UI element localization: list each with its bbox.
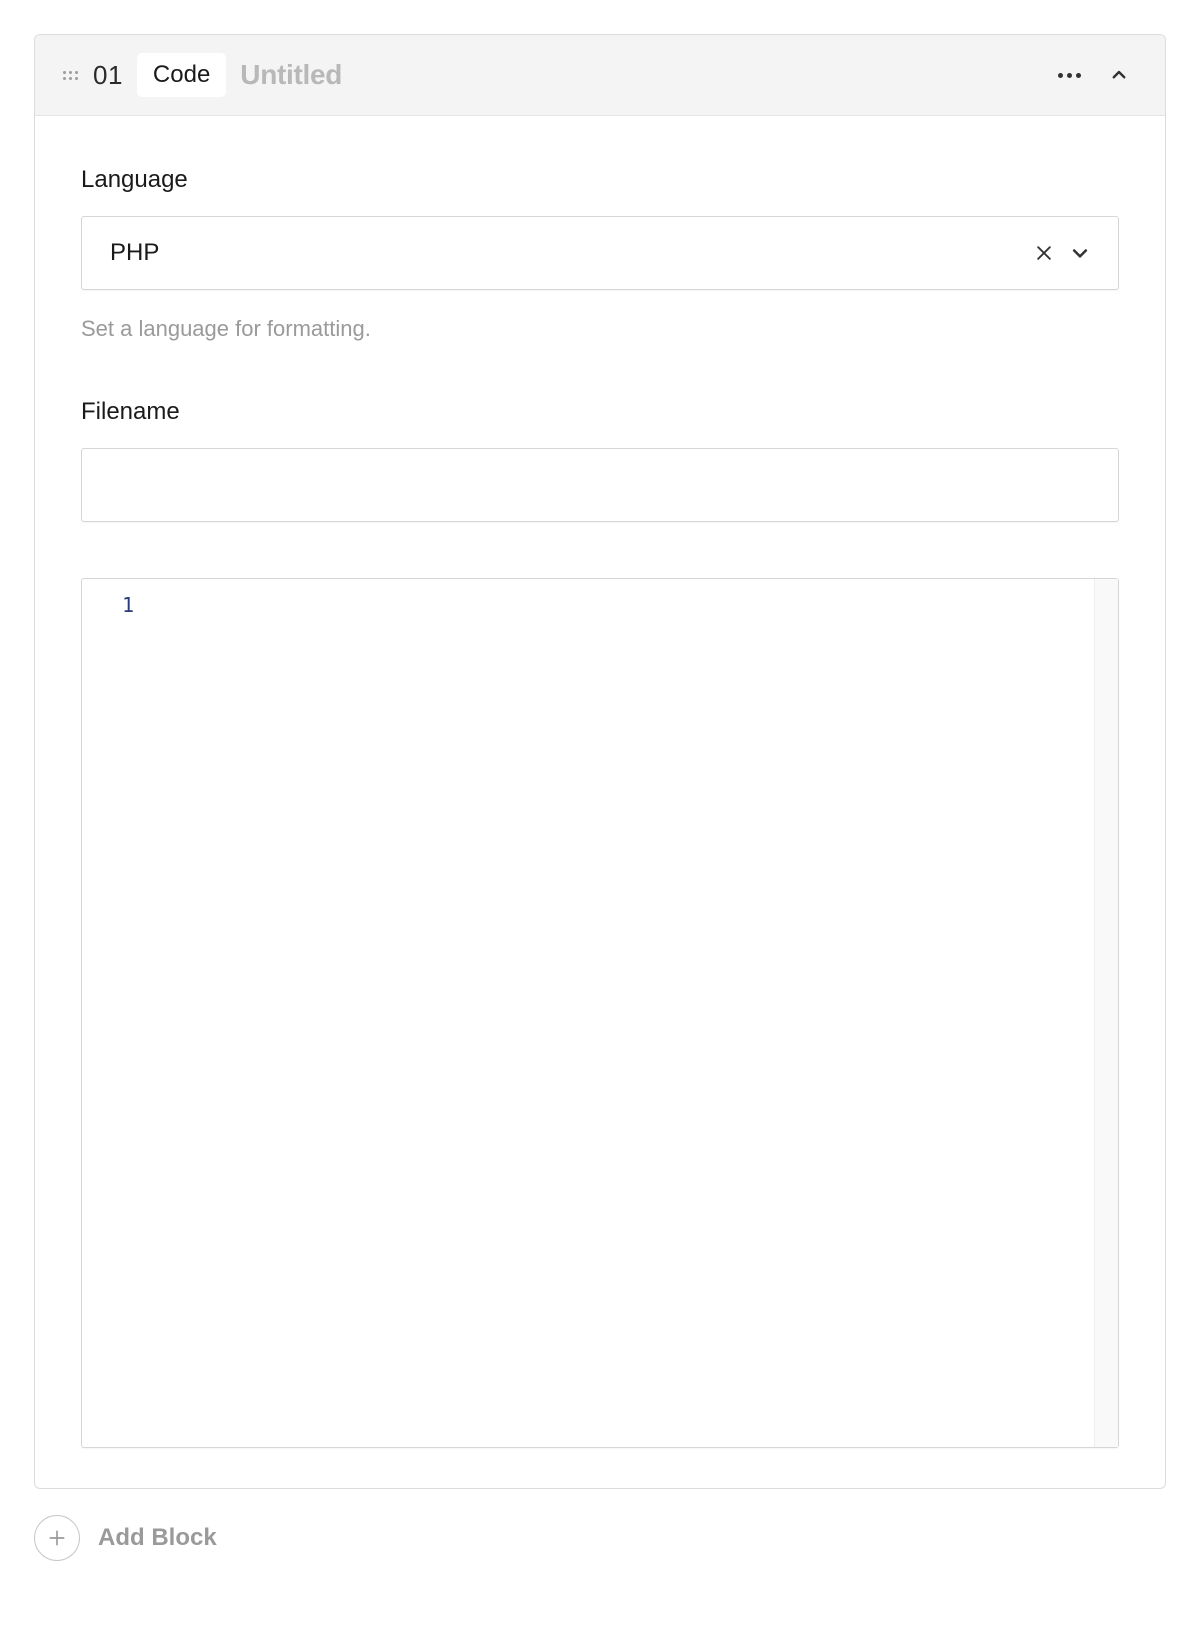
block-type-chip[interactable]: Code — [137, 53, 226, 97]
chevron-up-icon — [1110, 66, 1128, 84]
language-help-text: Set a language for formatting. — [81, 316, 1119, 342]
filename-label: Filename — [81, 398, 1119, 426]
more-horizontal-icon — [1058, 73, 1081, 78]
plus-icon — [34, 1515, 80, 1561]
language-dropdown-toggle[interactable] — [1062, 235, 1098, 271]
add-block-button[interactable]: Add Block — [34, 1515, 1166, 1561]
filename-input[interactable] — [81, 448, 1119, 522]
block-body: Language PHP Set a language for formatti… — [35, 116, 1165, 1488]
code-block-card: 01 Code Untitled Language PHP — [34, 34, 1166, 1489]
block-header: 01 Code Untitled — [35, 35, 1165, 116]
language-clear-button[interactable] — [1026, 235, 1062, 271]
block-title[interactable]: Untitled — [240, 59, 342, 91]
code-gutter: 1 — [82, 579, 144, 1447]
filename-field: Filename — [81, 398, 1119, 522]
code-scrollbar[interactable] — [1094, 579, 1118, 1447]
block-index: 01 — [93, 60, 123, 91]
more-options-button[interactable] — [1051, 57, 1087, 93]
close-icon — [1034, 243, 1054, 263]
language-field: Language PHP Set a language for formatti… — [81, 166, 1119, 342]
line-number: 1 — [82, 591, 134, 619]
code-field: 1 — [81, 578, 1119, 1448]
language-value: PHP — [110, 239, 1026, 267]
language-label: Language — [81, 166, 1119, 194]
language-select[interactable]: PHP — [81, 216, 1119, 290]
add-block-label: Add Block — [98, 1524, 217, 1552]
code-textarea[interactable] — [144, 579, 1094, 1447]
collapse-button[interactable] — [1101, 57, 1137, 93]
chevron-down-icon — [1070, 243, 1090, 263]
drag-handle-icon[interactable] — [63, 65, 79, 85]
code-editor[interactable]: 1 — [81, 578, 1119, 1448]
